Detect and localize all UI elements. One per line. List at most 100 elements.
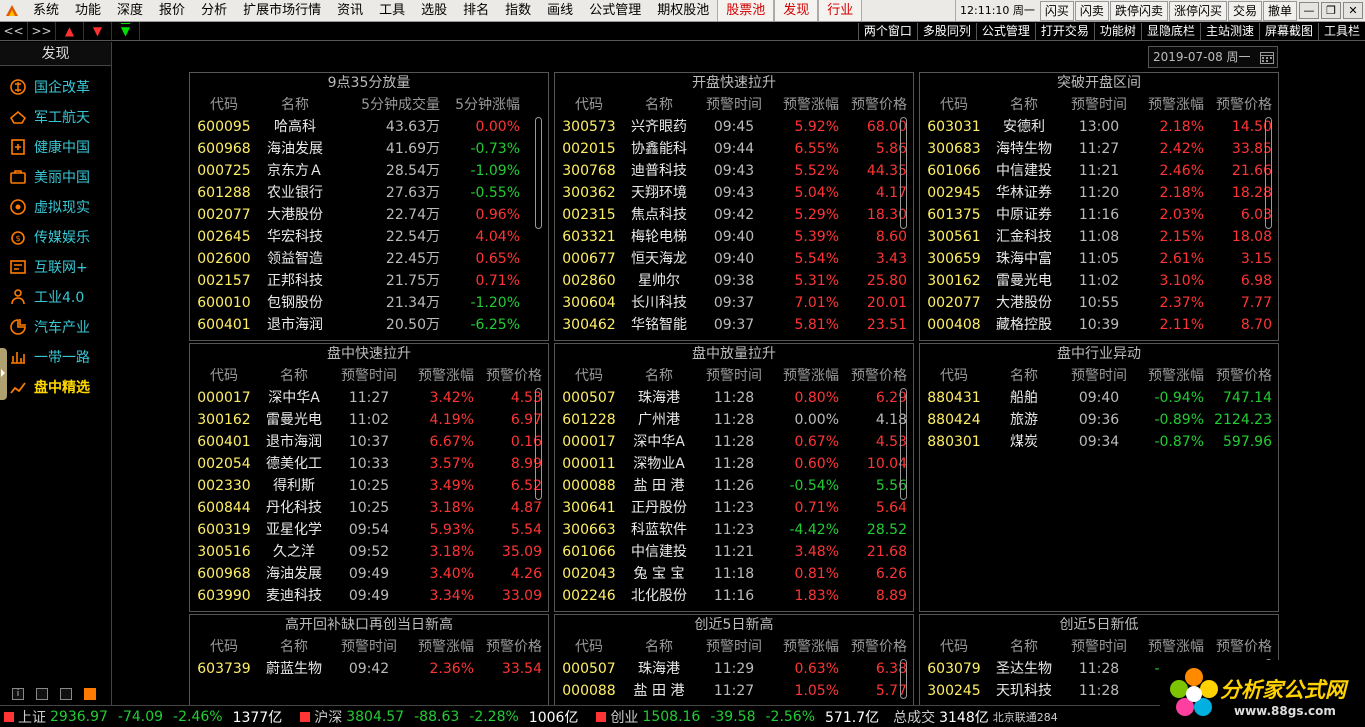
table-row[interactable]: 002157 正邦科技 21.75万 0.71%	[190, 270, 548, 292]
table-row[interactable]: 002077 大港股份 10:55 2.37% 7.77	[920, 292, 1278, 314]
table-row[interactable]: 002945 华林证券 11:20 2.18% 18.28	[920, 182, 1278, 204]
column-header[interactable]: 预警价格	[845, 365, 913, 387]
minimize-icon[interactable]: —	[1299, 2, 1319, 19]
table-row[interactable]: 300462 华铭智能 09:37 5.81% 23.51	[555, 314, 913, 336]
menu-highlight-item[interactable]: 股票池	[717, 0, 775, 21]
table-row[interactable]: 601066 中信建投 11:21 2.46% 21.66	[920, 160, 1278, 182]
column-header[interactable]: 预警价格	[845, 94, 913, 116]
table-row[interactable]: 300561 汇金科技 11:08 2.15% 18.08	[920, 226, 1278, 248]
menu-item[interactable]: 公式管理	[581, 0, 649, 21]
menu-item[interactable]: 扩展市场行情	[235, 0, 329, 21]
table-row[interactable]: 603739 蔚蓝生物 09:42 2.36% 33.54	[190, 658, 548, 680]
table-row[interactable]: 000725 京东方Ａ 28.54万 -1.09%	[190, 160, 548, 182]
column-header[interactable]: 预警时间	[330, 636, 408, 658]
table-row[interactable]: 002246 北化股份 11:16 1.83% 8.89	[555, 585, 913, 607]
next-page-button[interactable]: >>	[28, 22, 56, 40]
column-header[interactable]: 名称	[258, 365, 330, 387]
table-row[interactable]: 300162 雷曼光电 11:02 4.19% 6.97	[190, 409, 548, 431]
toolbar-button[interactable]: 功能树	[1093, 22, 1141, 40]
column-header[interactable]: 预警涨幅	[773, 636, 845, 658]
trade-button[interactable]: 闪卖	[1074, 0, 1109, 21]
menu-item[interactable]: 期权股池	[649, 0, 717, 21]
sidebar-item[interactable]: 健康中国	[0, 132, 111, 162]
column-header[interactable]: 5分钟涨幅	[440, 94, 528, 116]
table-row[interactable]: 300659 珠海中富 11:05 2.61% 3.15	[920, 248, 1278, 270]
toolbar-button[interactable]: 屏幕截图	[1258, 22, 1318, 40]
table-row[interactable]: 300768 迪普科技 09:43 5.52% 44.35	[555, 160, 913, 182]
info-icon[interactable]: i	[12, 688, 24, 700]
table-row[interactable]: 002600 领益智造 22.45万 0.65%	[190, 248, 548, 270]
table-row[interactable]: 000011 深物业A 11:28 0.60% 10.04	[555, 453, 913, 475]
sidebar-collapse-handle[interactable]	[0, 348, 7, 400]
menu-item[interactable]: 排名	[455, 0, 497, 21]
column-header[interactable]: 名称	[623, 94, 695, 116]
column-header[interactable]: 代码	[190, 94, 258, 116]
table-row[interactable]: 300641 正丹股份 11:23 0.71% 5.64	[555, 497, 913, 519]
toolbar-button[interactable]: 主站测速	[1199, 22, 1259, 40]
table-row[interactable]: 600844 丹化科技 10:25 3.18% 4.87	[190, 497, 548, 519]
table-row[interactable]: 000507 珠海港 11:28 0.80% 6.29	[555, 387, 913, 409]
down-arrow-icon[interactable]: ▼	[84, 22, 112, 40]
table-row[interactable]: 002015 协鑫能科 09:44 6.55% 5.86	[555, 138, 913, 160]
table-row[interactable]: 000507 珠海港 11:29 0.63% 6.38	[555, 658, 913, 680]
menu-highlight-item[interactable]: 行业	[818, 0, 863, 21]
column-header[interactable]: 名称	[258, 636, 330, 658]
column-header[interactable]: 代码	[555, 636, 623, 658]
column-header[interactable]: 代码	[920, 94, 988, 116]
sidebar-item[interactable]: 虚拟现实	[0, 192, 111, 222]
sidebar-item[interactable]: $ 传媒娱乐	[0, 222, 111, 252]
scrollbar[interactable]	[900, 659, 907, 699]
column-header[interactable]: 名称	[988, 636, 1060, 658]
column-header[interactable]: 预警价格	[480, 365, 548, 387]
sidebar-item[interactable]: 汽车产业	[0, 312, 111, 342]
sidebar-item[interactable]: 盘中精选	[0, 372, 111, 402]
table-row[interactable]: 300516 久之洋 09:52 3.18% 35.09	[190, 541, 548, 563]
table-row[interactable]: 880431 船舶 09:40 -0.94% 747.14	[920, 387, 1278, 409]
scrollbar[interactable]	[535, 117, 542, 229]
column-header[interactable]: 预警涨幅	[1138, 365, 1210, 387]
column-header[interactable]: 名称	[258, 94, 332, 116]
table-row[interactable]: 600010 包钢股份 21.34万 -1.20%	[190, 292, 548, 314]
scrollbar[interactable]	[1265, 117, 1272, 229]
menu-item[interactable]: 报价	[151, 0, 193, 21]
table-row[interactable]: 600319 亚星化学 09:54 5.93% 5.54	[190, 519, 548, 541]
sidebar-item[interactable]: 军工航天	[0, 102, 111, 132]
trade-button[interactable]: 撤单	[1262, 0, 1297, 21]
table-row[interactable]: 300683 海特生物 11:27 2.42% 33.85	[920, 138, 1278, 160]
sidebar-item[interactable]: 一带一路	[0, 342, 111, 372]
menu-item[interactable]: 深度	[109, 0, 151, 21]
close-icon[interactable]: ✕	[1343, 2, 1363, 19]
view-square-active-icon[interactable]	[84, 688, 96, 700]
column-header[interactable]: 名称	[623, 365, 695, 387]
table-row[interactable]: 300162 雷曼光电 11:02 3.10% 6.98	[920, 270, 1278, 292]
column-header[interactable]: 预警时间	[1060, 94, 1138, 116]
column-header[interactable]: 预警时间	[1060, 636, 1138, 658]
menu-item[interactable]: 工具	[371, 0, 413, 21]
column-header[interactable]: 预警涨幅	[408, 365, 480, 387]
column-header[interactable]: 代码	[190, 365, 258, 387]
table-row[interactable]: 300604 长川科技 09:37 7.01% 20.01	[555, 292, 913, 314]
trade-button[interactable]: 闪买	[1039, 0, 1074, 21]
sidebar-item[interactable]: 互联网+	[0, 252, 111, 282]
date-picker[interactable]: 2019-07-08 周一	[1148, 46, 1278, 68]
table-row[interactable]: 601066 中信建投 11:21 3.48% 21.68	[555, 541, 913, 563]
column-header[interactable]: 名称	[988, 94, 1060, 116]
toolbar-button[interactable]: 显隐底栏	[1140, 22, 1200, 40]
table-row[interactable]: 880301 煤炭 09:34 -0.87% 597.96	[920, 431, 1278, 453]
toolbar-button[interactable]: 工具栏	[1317, 22, 1365, 40]
table-row[interactable]: 000088 盐 田 港 11:27 1.05% 5.77	[555, 680, 913, 702]
trade-button[interactable]: 交易	[1227, 0, 1262, 21]
column-header[interactable]: 预警时间	[695, 365, 773, 387]
table-row[interactable]: 300362 天翔环境 09:43 5.04% 4.17	[555, 182, 913, 204]
prev-page-button[interactable]: <<	[0, 22, 28, 40]
view-square-icon[interactable]	[60, 688, 72, 700]
index-item[interactable]: 创业 1508.16 -39.58 -2.56% 571.7亿	[592, 707, 879, 727]
menu-item[interactable]: 功能	[67, 0, 109, 21]
restore-icon[interactable]: ❐	[1321, 2, 1341, 19]
column-header[interactable]: 预警涨幅	[773, 94, 845, 116]
column-header[interactable]: 预警价格	[1210, 636, 1278, 658]
table-row[interactable]: 002645 华宏科技 22.54万 4.04%	[190, 226, 548, 248]
menu-highlight-item[interactable]: 发现	[774, 0, 819, 21]
table-row[interactable]: 002077 大港股份 22.74万 0.96%	[190, 204, 548, 226]
index-item[interactable]: 上证 2936.97 -74.09 -2.46% 1377亿	[0, 707, 282, 727]
